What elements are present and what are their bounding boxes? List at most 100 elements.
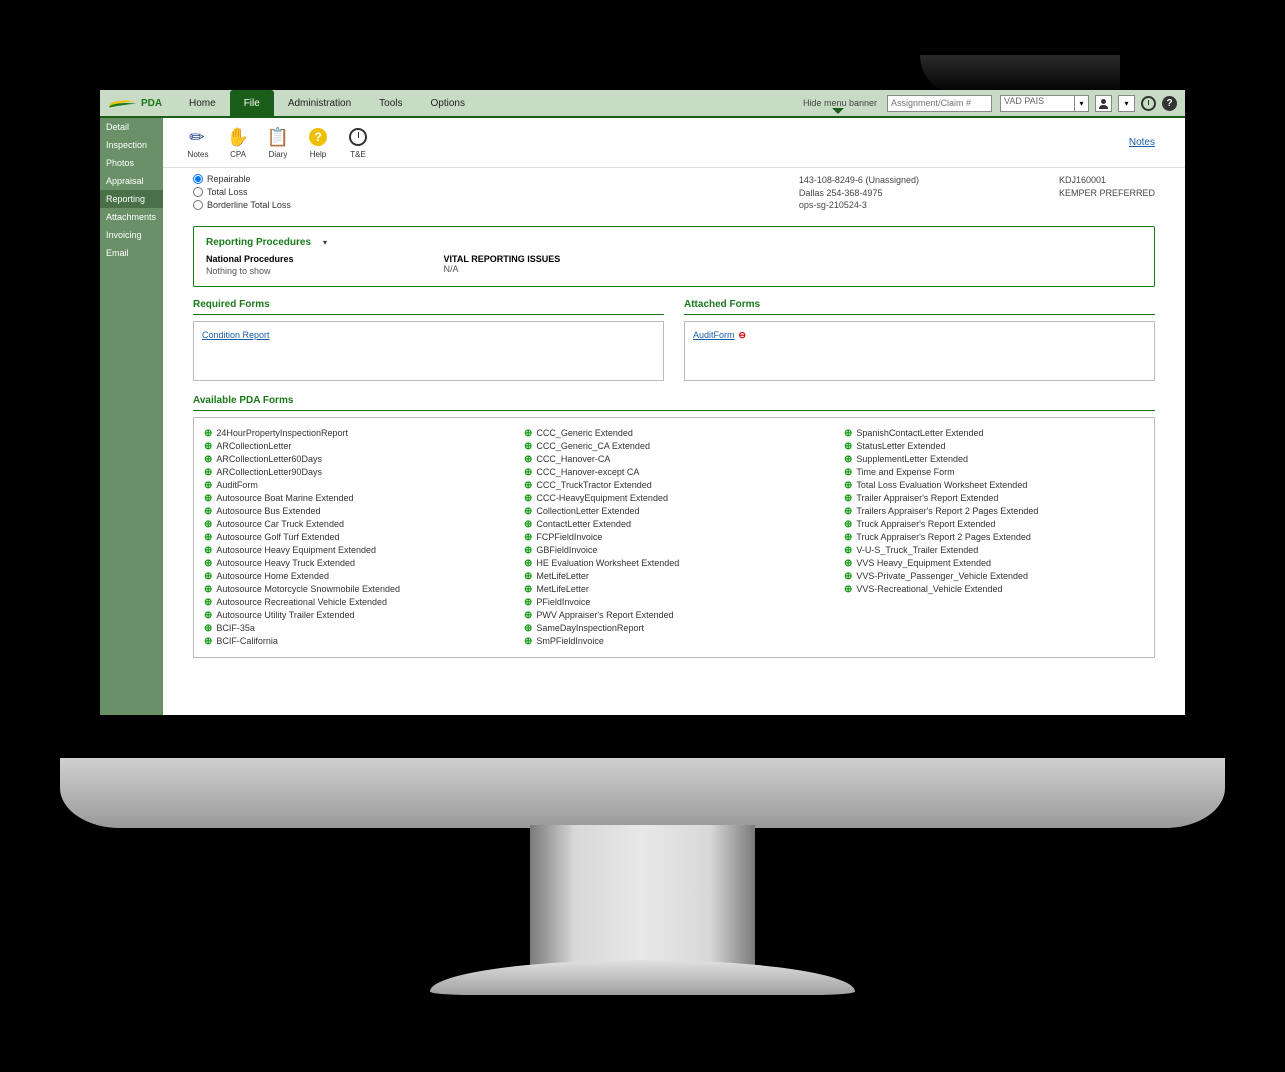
available-form-item[interactable]: ⊕Total Loss Evaluation Worksheet Extende… [844,480,1144,491]
tool-notes[interactable]: ✎Notes [178,126,218,159]
hide-menu-banner[interactable]: Hide menu banner [803,98,887,108]
add-form-icon: ⊕ [524,636,532,647]
attached-form-link[interactable]: AuditForm [693,330,735,340]
available-form-item[interactable]: ⊕SpanishContactLetter Extended [844,428,1144,439]
radio-input[interactable] [193,187,203,197]
available-form-item[interactable]: ⊕24HourPropertyInspectionReport [204,428,504,439]
available-form-item[interactable]: ⊕Trailers Appraiser's Report 2 Pages Ext… [844,506,1144,517]
remove-form-icon[interactable]: ⊖ [739,330,747,340]
add-form-icon: ⊕ [204,532,212,543]
assignment-number: 143-108-8249-6 (Unassigned) [799,174,919,187]
sidebar-item-attachments[interactable]: Attachments [100,208,163,226]
available-form-item[interactable]: ⊕ARCollectionLetter60Days [204,454,504,465]
tool-diary[interactable]: 📋Diary [258,126,298,159]
user-menu-caret[interactable]: ▾ [1118,95,1135,112]
available-form-item[interactable]: ⊕ARCollectionLetter90Days [204,467,504,478]
available-form-item[interactable]: ⊕SupplementLetter Extended [844,454,1144,465]
add-form-icon: ⊕ [524,597,532,608]
available-form-item[interactable]: ⊕MetLifeLetter [524,584,824,595]
available-form-item[interactable]: ⊕Autosource Car Truck Extended [204,519,504,530]
chevron-down-icon[interactable]: ▾ [1075,95,1089,112]
available-form-item[interactable]: ⊕CollectionLetter Extended [524,506,824,517]
required-form-link[interactable]: Condition Report [202,330,270,340]
form-name: GBFieldInvoice [536,545,597,555]
available-form-item[interactable]: ⊕V-U-S_Truck_Trailer Extended [844,545,1144,556]
radio-input[interactable] [193,174,203,184]
available-form-item[interactable]: ⊕Autosource Home Extended [204,571,504,582]
user-menu-button[interactable] [1095,95,1112,112]
sidebar-item-detail[interactable]: Detail [100,118,163,136]
available-form-item[interactable]: ⊕PWV Appraiser's Report Extended [524,610,824,621]
sidebar-item-invoicing[interactable]: Invoicing [100,226,163,244]
available-form-item[interactable]: ⊕Time and Expense Form [844,467,1144,478]
available-form-item[interactable]: ⊕FCPFieldInvoice [524,532,824,543]
available-form-item[interactable]: ⊕VVS Heavy_Equipment Extended [844,558,1144,569]
radio-borderline-total-loss[interactable]: Borderline Total Loss [193,200,291,210]
radio-input[interactable] [193,200,203,210]
available-form-item[interactable]: ⊕Autosource Boat Marine Extended [204,493,504,504]
form-name: Truck Appraiser's Report Extended [856,519,995,529]
form-name: Autosource Boat Marine Extended [216,493,353,503]
collapse-toggle-icon[interactable]: ▾ [323,238,327,247]
available-form-item[interactable]: ⊕BCIF-California [204,636,504,647]
sidebar-item-inspection[interactable]: Inspection [100,136,163,154]
form-name: SupplementLetter Extended [856,454,968,464]
available-form-item[interactable]: ⊕Autosource Bus Extended [204,506,504,517]
sidebar-item-reporting[interactable]: Reporting [100,190,163,208]
nav-tab-tools[interactable]: Tools [365,90,416,116]
available-form-item[interactable]: ⊕Truck Appraiser's Report 2 Pages Extend… [844,532,1144,543]
add-form-icon: ⊕ [204,480,212,491]
available-form-item[interactable]: ⊕Trailer Appraiser's Report Extended [844,493,1144,504]
available-form-item[interactable]: ⊕Autosource Utility Trailer Extended [204,610,504,621]
available-form-item[interactable]: ⊕BCIF-35a [204,623,504,634]
available-form-item[interactable]: ⊕PFieldInvoice [524,597,824,608]
tool-help[interactable]: ?Help [298,126,338,159]
search-input[interactable] [887,95,992,112]
available-form-item[interactable]: ⊕Autosource Heavy Truck Extended [204,558,504,569]
toolbar: ✎Notes✋CPA📋Diary?HelpT&E Notes [163,118,1185,168]
add-form-icon: ⊕ [524,545,532,556]
add-form-icon: ⊕ [844,571,852,582]
sidebar-item-appraisal[interactable]: Appraisal [100,172,163,190]
available-form-item[interactable]: ⊕Autosource Heavy Equipment Extended [204,545,504,556]
nav-tab-administration[interactable]: Administration [274,90,365,116]
available-form-item[interactable]: ⊕CCC_Generic_CA Extended [524,441,824,452]
sidebar-item-photos[interactable]: Photos [100,154,163,172]
add-form-icon: ⊕ [524,441,532,452]
available-form-item[interactable]: ⊕StatusLetter Extended [844,441,1144,452]
context-dropdown[interactable]: VAD PAIS ▾ [1000,95,1089,112]
available-form-item[interactable]: ⊕ContactLetter Extended [524,519,824,530]
radio-total-loss[interactable]: Total Loss [193,187,291,197]
available-form-item[interactable]: ⊕CCC_Generic Extended [524,428,824,439]
available-form-item[interactable]: ⊕SameDayInspectionReport [524,623,824,634]
available-form-item[interactable]: ⊕MetLifeLetter [524,571,824,582]
available-form-item[interactable]: ⊕ GBFieldInvoice [524,545,824,556]
help-button[interactable]: ? [1162,96,1177,111]
radio-repairable[interactable]: Repairable [193,174,291,184]
nav-tab-options[interactable]: Options [417,90,479,116]
nav-tab-file[interactable]: File [230,90,274,116]
available-form-item[interactable]: ⊕Truck Appraiser's Report Extended [844,519,1144,530]
tool-cpa[interactable]: ✋CPA [218,126,258,159]
available-form-item[interactable]: ⊕VVS-Private_Passenger_Vehicle Extended [844,571,1144,582]
available-form-item[interactable]: ⊕CCC-HeavyEquipment Extended [524,493,824,504]
available-form-item[interactable]: ⊕Autosource Golf Turf Extended [204,532,504,543]
tool-te[interactable]: T&E [338,126,378,159]
available-form-item[interactable]: ⊕VVS-Recreational_Vehicle Extended [844,584,1144,595]
pencil-icon: ✎ [187,126,209,148]
notes-link[interactable]: Notes [1129,137,1170,148]
sidebar-item-email[interactable]: Email [100,244,163,262]
add-form-icon: ⊕ [204,519,212,530]
available-form-item[interactable]: ⊕CCC_Hanover-except CA [524,467,824,478]
available-form-item[interactable]: ⊕Autosource Motorcycle Snowmobile Extend… [204,584,504,595]
available-form-item[interactable]: ⊕HE Evaluation Worksheet Extended [524,558,824,569]
clock-icon[interactable] [1141,96,1156,111]
nav-tab-home[interactable]: Home [175,90,230,116]
available-form-item[interactable]: ⊕CCC_Hanover-CA [524,454,824,465]
available-form-item[interactable]: ⊕SmPFieldInvoice [524,636,824,647]
add-form-icon: ⊕ [524,558,532,569]
available-form-item[interactable]: ⊕AuditForm [204,480,504,491]
available-form-item[interactable]: ⊕CCC_TruckTractor Extended [524,480,824,491]
available-form-item[interactable]: ⊕Autosource Recreational Vehicle Extende… [204,597,504,608]
available-form-item[interactable]: ⊕ARCollectionLetter [204,441,504,452]
